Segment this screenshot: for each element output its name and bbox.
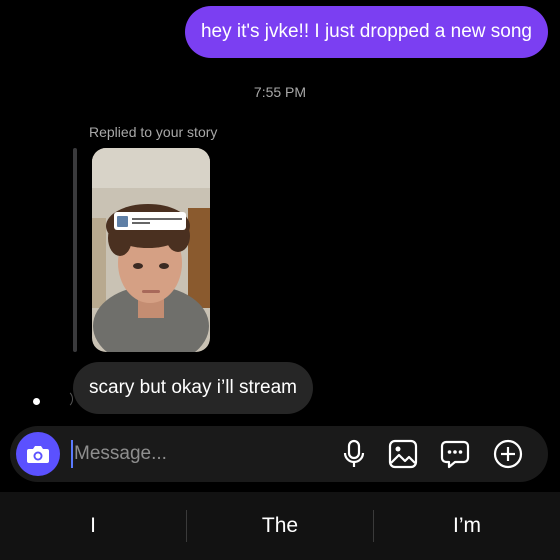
chat-bubble-icon (440, 440, 470, 469)
plus-circle-icon (493, 439, 523, 469)
reply-indicator-bar (73, 148, 77, 352)
suggestion-1[interactable]: I (0, 492, 186, 560)
keyboard-suggestion-bar: I The I’m (0, 492, 560, 560)
message-composer (10, 426, 548, 482)
text-cursor (71, 440, 73, 468)
camera-button[interactable] (16, 432, 60, 476)
gallery-button[interactable] (385, 436, 421, 472)
microphone-icon (343, 439, 365, 467)
message-timestamp: 7:55 PM (253, 84, 307, 100)
music-sticker (114, 212, 186, 230)
sticker-button[interactable] (437, 436, 473, 472)
story-image (92, 148, 210, 352)
message-input[interactable] (74, 436, 324, 472)
suggestion-3[interactable]: I’m (374, 492, 560, 560)
album-art-icon (117, 215, 128, 227)
image-icon (388, 439, 418, 469)
reply-label: Replied to your story (89, 124, 218, 140)
add-button[interactable] (490, 436, 526, 472)
story-thumbnail[interactable] (92, 148, 210, 352)
received-message-text: scary but okay i’ll stream (89, 377, 298, 398)
camera-icon (27, 446, 49, 463)
sent-message-text: hey it's jvke!! I just dropped a new son… (200, 21, 532, 42)
avatar[interactable] (22, 384, 73, 412)
microphone-button[interactable] (336, 436, 372, 472)
received-message-bubble[interactable]: scary but okay i’ll stream (73, 362, 314, 414)
sent-message-bubble[interactable]: hey it's jvke!! I just dropped a new son… (184, 6, 548, 58)
suggestion-2[interactable]: The (187, 492, 373, 560)
